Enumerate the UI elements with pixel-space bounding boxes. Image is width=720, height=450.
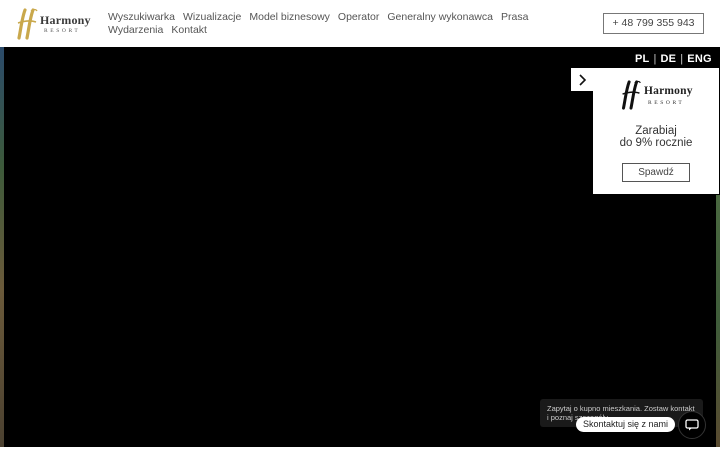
main-nav: Wyszukiwarka Wizualizacje Model biznesowy O… <box>108 11 578 37</box>
hero-image-edge-right <box>716 195 720 450</box>
promo-toggle-button[interactable] <box>571 68 593 91</box>
chat-button[interactable] <box>678 411 706 439</box>
harmony-logo[interactable]: Harmony RESORT <box>16 8 94 40</box>
lang-eng[interactable]: ENG <box>687 53 711 65</box>
promo-logo: Harmony RESORT <box>620 80 696 110</box>
promo-heading: Zarabiaj do 9% rocznie <box>593 125 719 149</box>
site-header: Harmony RESORT Wyszukiwarka Wizualizacje M… <box>0 0 720 47</box>
logo-wordmark: Harmony <box>40 13 91 27</box>
nav-item-kontakt[interactable]: Kontakt <box>171 24 207 37</box>
promo-check-button[interactable]: Spawdź <box>622 163 690 182</box>
nav-item-wizualizacje[interactable]: Wizualizacje <box>183 11 241 24</box>
hero-image-edge-left <box>0 47 4 450</box>
nav-item-wyszukiwarka[interactable]: Wyszukiwarka <box>108 11 175 24</box>
harmony-h-icon <box>17 8 38 40</box>
nav-item-wydarzenia[interactable]: Wydarzenia <box>108 24 163 37</box>
logo-subtitle: RESORT <box>44 28 81 34</box>
promo-panel: Harmony RESORT Zarabiaj do 9% rocznie Sp… <box>593 68 719 194</box>
nav-item-operator[interactable]: Operator <box>338 11 379 24</box>
promo-logo-wordmark: Harmony <box>644 85 693 97</box>
harmony-h-icon <box>622 80 641 110</box>
chevron-right-icon <box>579 73 587 86</box>
promo-heading-line1: Zarabiaj <box>635 125 677 137</box>
chat-icon <box>685 419 699 431</box>
nav-item-prasa[interactable]: Prasa <box>501 11 528 24</box>
nav-item-generalny-wykonawca[interactable]: Generalny wykonawca <box>387 11 493 24</box>
nav-item-model-biznesowy[interactable]: Model biznesowy <box>249 11 330 24</box>
phone-button[interactable]: + 48 799 355 943 <box>603 13 704 34</box>
lang-pl[interactable]: PL <box>635 53 649 65</box>
chat-contact-label[interactable]: Skontaktuj się z nami <box>576 417 676 432</box>
lang-separator: | <box>680 53 684 65</box>
promo-logo-subtitle: RESORT <box>648 100 685 106</box>
lang-separator: | <box>653 53 657 65</box>
lang-de[interactable]: DE <box>661 53 677 65</box>
promo-heading-line2: do 9% rocznie <box>619 137 693 149</box>
language-switcher: PL | DE | ENG <box>633 53 714 65</box>
